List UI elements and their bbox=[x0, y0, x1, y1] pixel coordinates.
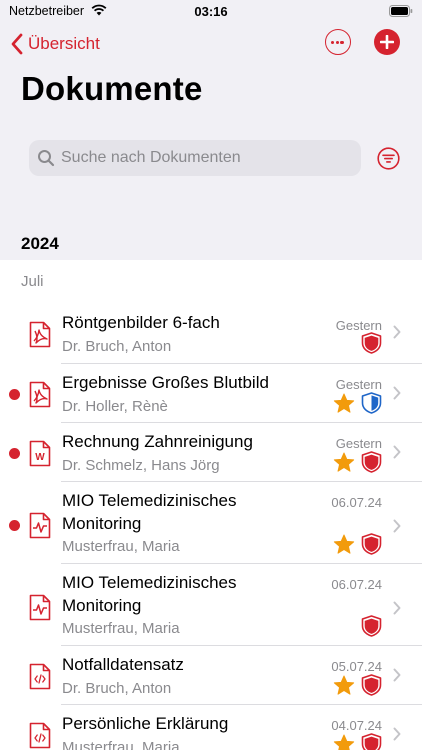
red-shield-icon bbox=[361, 451, 382, 473]
document-date: 04.07.24 bbox=[331, 718, 382, 733]
document-date: Gestern bbox=[335, 318, 382, 333]
blue-shield-icon bbox=[361, 392, 382, 414]
red-shield-icon bbox=[361, 533, 382, 555]
document-row[interactable]: Persönliche Erklärung Musterfrau, Maria 04… bbox=[0, 705, 422, 750]
back-button[interactable]: Übersicht bbox=[10, 30, 100, 58]
document-title: MIO Telemedizinisches Monitoring bbox=[62, 573, 237, 615]
page-title: Dokumente bbox=[21, 70, 203, 107]
red-shield-icon bbox=[361, 332, 382, 354]
document-title: MIO Telemedizinisches Monitoring bbox=[62, 491, 237, 533]
document-title: Röntgenbilder 6-fach bbox=[62, 313, 220, 332]
status-bar: Netzbetreiber 03:16 bbox=[0, 0, 422, 24]
pdf-icon bbox=[29, 321, 51, 348]
unread-indicator bbox=[9, 448, 20, 459]
word-document-icon: W bbox=[29, 440, 51, 467]
ellipsis-icon bbox=[331, 40, 335, 44]
filter-icon[interactable] bbox=[377, 147, 400, 170]
monitoring-document-icon bbox=[29, 594, 51, 621]
chevron-right-icon bbox=[393, 668, 401, 682]
document-row[interactable]: Röntgenbilder 6-fach Dr. Bruch, Anton Gest… bbox=[0, 301, 422, 364]
document-row[interactable]: Ergebnisse Großes Blutbild Dr. Holler, Rè… bbox=[0, 364, 422, 423]
document-author: Musterfrau, Maria bbox=[62, 620, 180, 637]
unread-indicator bbox=[9, 389, 20, 400]
chevron-right-icon bbox=[393, 445, 401, 459]
chevron-right-icon bbox=[393, 386, 401, 400]
star-icon[interactable] bbox=[333, 675, 355, 696]
monitoring-document-icon bbox=[29, 512, 51, 539]
document-author: Dr. Bruch, Anton bbox=[62, 680, 172, 697]
clock: 03:16 bbox=[194, 4, 228, 19]
document-row[interactable]: MIO Telemedizinisches Monitoring Musterfr… bbox=[0, 482, 422, 564]
document-author: Dr. Bruch, Anton bbox=[62, 338, 172, 355]
document-author: Musterfrau, Maria bbox=[62, 538, 180, 555]
code-document-icon bbox=[29, 663, 51, 690]
document-title: Persönliche Erklärung bbox=[62, 714, 229, 733]
document-date: 06.07.24 bbox=[331, 495, 382, 510]
document-author: Dr. Holler, Rènè bbox=[62, 398, 168, 415]
star-icon[interactable] bbox=[333, 452, 355, 473]
document-author: Dr. Schmelz, Hans Jörg bbox=[62, 457, 220, 474]
star-icon[interactable] bbox=[333, 393, 355, 414]
more-options-button[interactable] bbox=[325, 29, 351, 55]
red-shield-icon bbox=[361, 733, 382, 750]
document-title: Notfalldatensatz bbox=[62, 655, 184, 674]
back-button-label: Übersicht bbox=[28, 34, 100, 53]
chevron-right-icon bbox=[393, 325, 401, 339]
chevron-right-icon bbox=[393, 519, 401, 533]
chevron-right-icon bbox=[393, 727, 401, 741]
search-field[interactable] bbox=[29, 140, 361, 176]
document-author: Musterfrau, Maria bbox=[62, 739, 180, 750]
document-row[interactable]: W Rechnung Zahnreinigung Dr. Schmelz, Hans… bbox=[0, 423, 422, 482]
search-icon bbox=[38, 150, 55, 167]
battery-icon bbox=[389, 5, 413, 17]
document-row[interactable]: Notfalldatensatz Dr. Bruch, Anton 05.07.24 bbox=[0, 646, 422, 705]
document-date: 06.07.24 bbox=[331, 577, 382, 592]
add-document-button[interactable] bbox=[374, 29, 400, 55]
document-date: Gestern bbox=[335, 436, 382, 451]
document-row[interactable]: MIO Telemedizinisches Monitoring Musterfr… bbox=[0, 564, 422, 646]
chevron-right-icon bbox=[393, 601, 401, 615]
search-input[interactable] bbox=[61, 149, 351, 167]
star-icon[interactable] bbox=[333, 734, 355, 750]
code-document-icon bbox=[29, 722, 51, 749]
star-icon[interactable] bbox=[333, 534, 355, 555]
document-date: Gestern bbox=[335, 377, 382, 392]
month-section-header: Juli bbox=[21, 273, 44, 290]
navigation-bar: Übersicht bbox=[0, 26, 422, 62]
year-section-header: 2024 bbox=[21, 234, 59, 253]
pdf-icon bbox=[29, 381, 51, 408]
document-title: Ergebnisse Großes Blutbild bbox=[62, 373, 269, 392]
red-shield-icon bbox=[361, 615, 382, 637]
unread-indicator bbox=[9, 520, 20, 531]
svg-text:W: W bbox=[35, 452, 45, 463]
document-date: 05.07.24 bbox=[331, 659, 382, 674]
document-list: Juli Röntgenbilder 6-fach Dr. Bruch, Anto… bbox=[0, 260, 422, 750]
document-title: Rechnung Zahnreinigung bbox=[62, 432, 253, 451]
red-shield-icon bbox=[361, 674, 382, 696]
chevron-left-icon bbox=[11, 33, 23, 55]
plus-icon bbox=[380, 35, 394, 49]
